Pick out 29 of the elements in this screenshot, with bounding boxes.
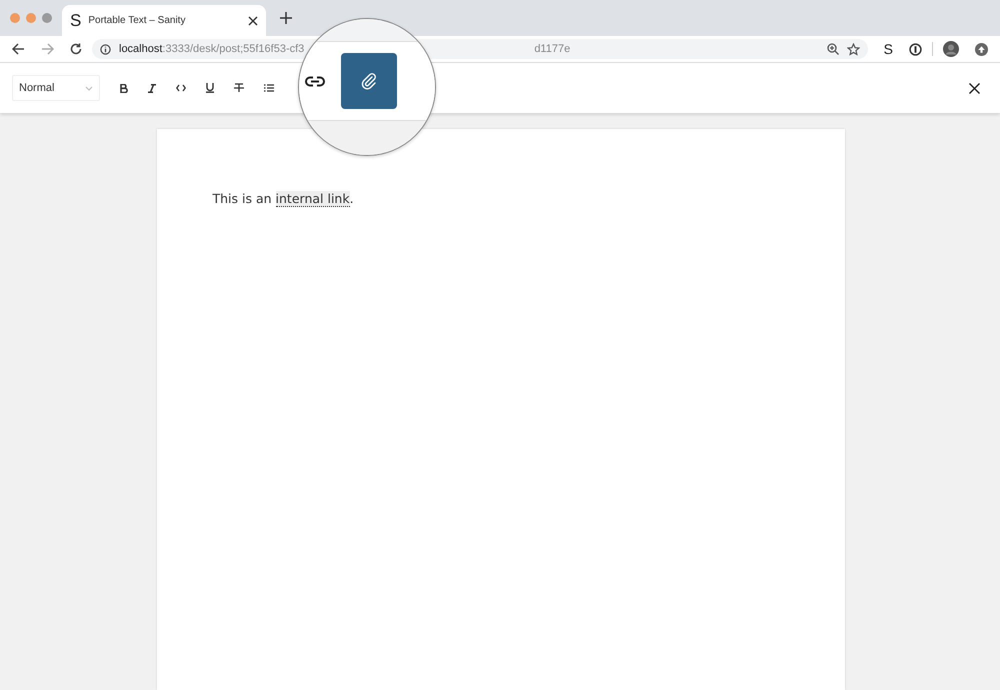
paragraph-text: This is an internal link. xyxy=(212,191,355,206)
url-text: d1177e xyxy=(534,43,572,55)
avatar-icon[interactable] xyxy=(943,41,959,57)
zoom-icon[interactable] xyxy=(826,43,839,55)
tab-favicon: S xyxy=(70,10,82,30)
new-tab-icon[interactable] xyxy=(280,12,292,24)
update-icon[interactable] xyxy=(975,42,988,56)
internal-link[interactable]: internal link xyxy=(276,191,350,207)
strikethrough-icon[interactable] xyxy=(234,83,244,93)
close-icon[interactable] xyxy=(969,82,980,94)
info-icon[interactable] xyxy=(909,42,922,56)
bold-icon[interactable] xyxy=(120,84,128,92)
browser-tab[interactable]: S Portable Text – Sanity xyxy=(62,5,266,36)
reload-icon[interactable] xyxy=(70,43,82,55)
back-icon[interactable] xyxy=(12,43,25,55)
underline-icon[interactable] xyxy=(206,83,214,93)
attachment-button[interactable] xyxy=(341,53,397,109)
star-icon[interactable] xyxy=(846,42,860,56)
style-select[interactable]: Normal xyxy=(12,75,100,101)
info-icon[interactable] xyxy=(100,44,111,54)
paperclip-icon xyxy=(360,72,378,90)
close-icon[interactable] xyxy=(248,16,258,26)
extension-icon[interactable]: S xyxy=(884,41,893,57)
tab-title: Portable Text – Sanity xyxy=(88,15,186,26)
url-text: localhost:3333/desk/post;55f16f53-cf3 xyxy=(119,43,304,55)
link-icon xyxy=(305,76,325,86)
italic-icon[interactable] xyxy=(148,84,156,92)
bullet-list-icon[interactable] xyxy=(264,84,274,92)
code-icon[interactable] xyxy=(176,84,186,92)
